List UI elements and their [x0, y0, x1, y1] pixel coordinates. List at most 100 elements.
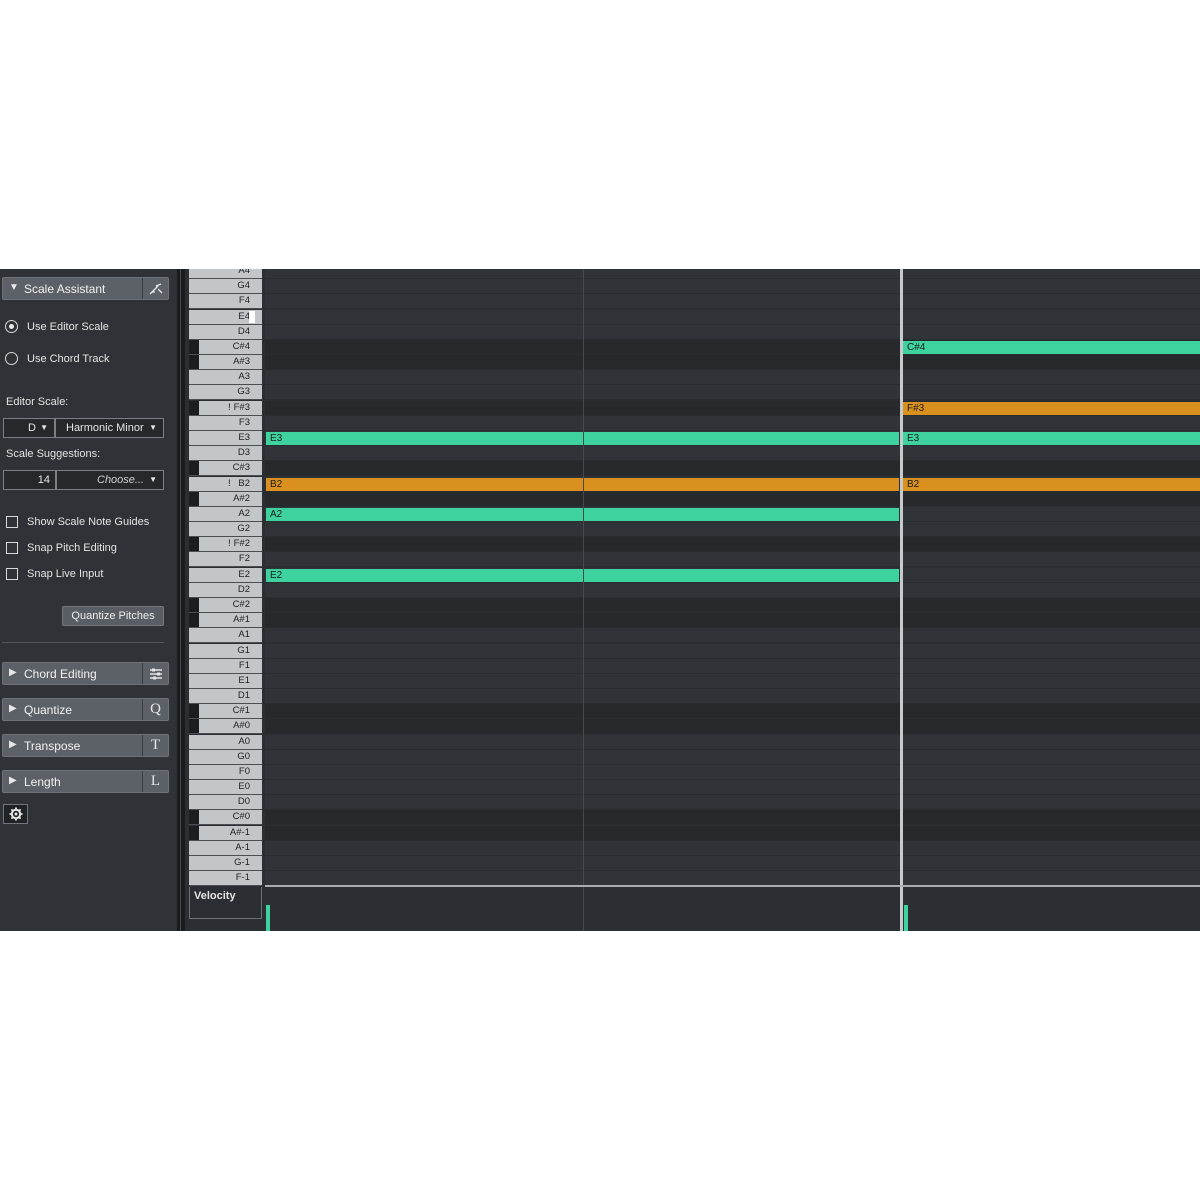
expand-triangle-icon[interactable]: ▶ — [9, 667, 17, 678]
length-icon[interactable]: L — [142, 771, 168, 792]
velocity-bar[interactable] — [904, 905, 908, 931]
note-grid[interactable]: C#4 F#3 E3 E3 B2 B2 A2 E2 — [265, 269, 1200, 887]
pitch-lane[interactable] — [265, 689, 1200, 705]
pitch-lane[interactable] — [265, 673, 1200, 689]
pitch-lane[interactable] — [265, 749, 1200, 765]
expand-triangle-icon[interactable]: ▶ — [9, 775, 17, 786]
pitch-lane[interactable] — [265, 734, 1200, 750]
velocity-bar[interactable] — [266, 905, 270, 931]
pitch-lane[interactable] — [265, 279, 1200, 295]
piano-key[interactable]: G-1 — [189, 856, 262, 872]
pitch-lane[interactable] — [265, 643, 1200, 659]
piano-key[interactable]: D1 — [189, 689, 262, 705]
pitch-lane[interactable] — [265, 355, 1200, 371]
velocity-lane-separator[interactable] — [265, 885, 1200, 887]
piano-key[interactable]: A4 — [189, 269, 262, 279]
piano-key[interactable]: E4 — [189, 309, 262, 325]
piano-key[interactable]: B2! — [189, 476, 262, 492]
checkbox[interactable] — [6, 542, 18, 554]
piano-key[interactable]: E2 — [189, 567, 262, 583]
piano-key[interactable]: D0 — [189, 795, 262, 811]
checkbox[interactable] — [6, 516, 18, 528]
black-key[interactable] — [189, 355, 199, 370]
pitch-lane[interactable] — [265, 491, 1200, 507]
quantize-pitches-button[interactable]: Quantize Pitches — [62, 606, 164, 626]
pitch-lane[interactable] — [265, 597, 1200, 613]
pitch-lane[interactable] — [265, 856, 1200, 872]
black-key[interactable] — [189, 461, 199, 476]
midi-note[interactable]: B2 — [903, 477, 1200, 491]
pitch-lane[interactable] — [265, 780, 1200, 796]
piano-key[interactable]: A#-1 — [189, 825, 262, 841]
piano-key[interactable]: F4 — [189, 294, 262, 310]
pitch-lane[interactable] — [265, 628, 1200, 644]
midi-note[interactable]: C#4 — [903, 340, 1200, 354]
piano-key[interactable]: A0 — [189, 734, 262, 750]
piano-key[interactable]: D3 — [189, 446, 262, 462]
piano-key[interactable]: A#0 — [189, 719, 262, 735]
inspector-divider[interactable] — [177, 269, 185, 931]
pitch-lane[interactable] — [265, 613, 1200, 629]
cursor-line[interactable] — [900, 269, 903, 931]
radio-selected-icon[interactable] — [5, 320, 18, 333]
piano-key[interactable]: F-1 — [189, 871, 262, 887]
scale-assistant-icon[interactable] — [142, 278, 168, 299]
piano-key[interactable]: F#3! — [189, 400, 262, 416]
piano-key[interactable]: A2 — [189, 506, 262, 522]
pitch-lane[interactable] — [265, 582, 1200, 598]
midi-note[interactable]: E3 — [903, 431, 1200, 445]
black-key[interactable] — [189, 400, 199, 415]
pitch-lane[interactable] — [265, 871, 1200, 887]
pitch-lane[interactable] — [265, 269, 1200, 279]
radio-unselected-icon[interactable] — [5, 352, 18, 365]
transpose-header[interactable]: ▶ Transpose T — [2, 734, 169, 757]
pitch-lane[interactable] — [265, 825, 1200, 841]
chord-editing-header[interactable]: ▶ Chord Editing — [2, 662, 169, 685]
piano-key[interactable]: D2 — [189, 582, 262, 598]
transpose-icon[interactable]: T — [142, 735, 168, 756]
pitch-lane[interactable] — [265, 370, 1200, 386]
scale-suggestions-dropdown[interactable]: Choose... ▼ — [56, 470, 164, 490]
pitch-lane[interactable] — [265, 764, 1200, 780]
black-key[interactable] — [189, 597, 199, 612]
chord-editing-icon[interactable] — [142, 663, 168, 684]
black-key[interactable] — [189, 339, 199, 354]
black-key[interactable] — [189, 491, 199, 506]
black-key[interactable] — [189, 613, 199, 628]
piano-key[interactable]: A-1 — [189, 840, 262, 856]
piano-key[interactable]: A#1 — [189, 613, 262, 629]
pitch-lane[interactable] — [265, 552, 1200, 568]
pitch-lane[interactable] — [265, 522, 1200, 538]
black-key[interactable] — [189, 719, 199, 734]
piano-key[interactable]: E3 — [189, 430, 262, 446]
pitch-lane[interactable] — [265, 795, 1200, 811]
expand-triangle-icon[interactable]: ▶ — [9, 703, 17, 714]
scale-type-dropdown[interactable]: Harmonic Minor ▼ — [55, 418, 164, 438]
pitch-lane[interactable] — [265, 719, 1200, 735]
midi-note[interactable]: F#3 — [903, 401, 1200, 415]
piano-key[interactable]: F1 — [189, 658, 262, 674]
piano-key[interactable]: G0 — [189, 749, 262, 765]
pitch-lane[interactable] — [265, 385, 1200, 401]
piano-key[interactable]: C#2 — [189, 597, 262, 613]
piano-key[interactable]: G1 — [189, 643, 262, 659]
black-key[interactable] — [189, 810, 199, 825]
piano-key[interactable]: A1 — [189, 628, 262, 644]
piano-key[interactable]: D4 — [189, 324, 262, 340]
piano-key[interactable]: E1 — [189, 673, 262, 689]
piano-key[interactable]: C#0 — [189, 810, 262, 826]
pitch-lane[interactable] — [265, 704, 1200, 720]
scale-assistant-header[interactable]: ▼ Scale Assistant — [2, 277, 169, 300]
quantize-header[interactable]: ▶ Quantize Q — [2, 698, 169, 721]
velocity-lane-header[interactable]: Velocity — [189, 887, 262, 919]
piano-key[interactable]: A3 — [189, 370, 262, 386]
piano-key[interactable]: E0 — [189, 780, 262, 796]
black-key[interactable] — [189, 537, 199, 552]
pitch-lane[interactable] — [265, 810, 1200, 826]
length-header[interactable]: ▶ Length L — [2, 770, 169, 793]
piano-key[interactable]: F#2! — [189, 537, 262, 553]
pitch-lane[interactable] — [265, 415, 1200, 431]
pitch-lane[interactable] — [265, 537, 1200, 553]
quantize-icon[interactable]: Q — [142, 699, 168, 720]
pitch-lane[interactable] — [265, 658, 1200, 674]
